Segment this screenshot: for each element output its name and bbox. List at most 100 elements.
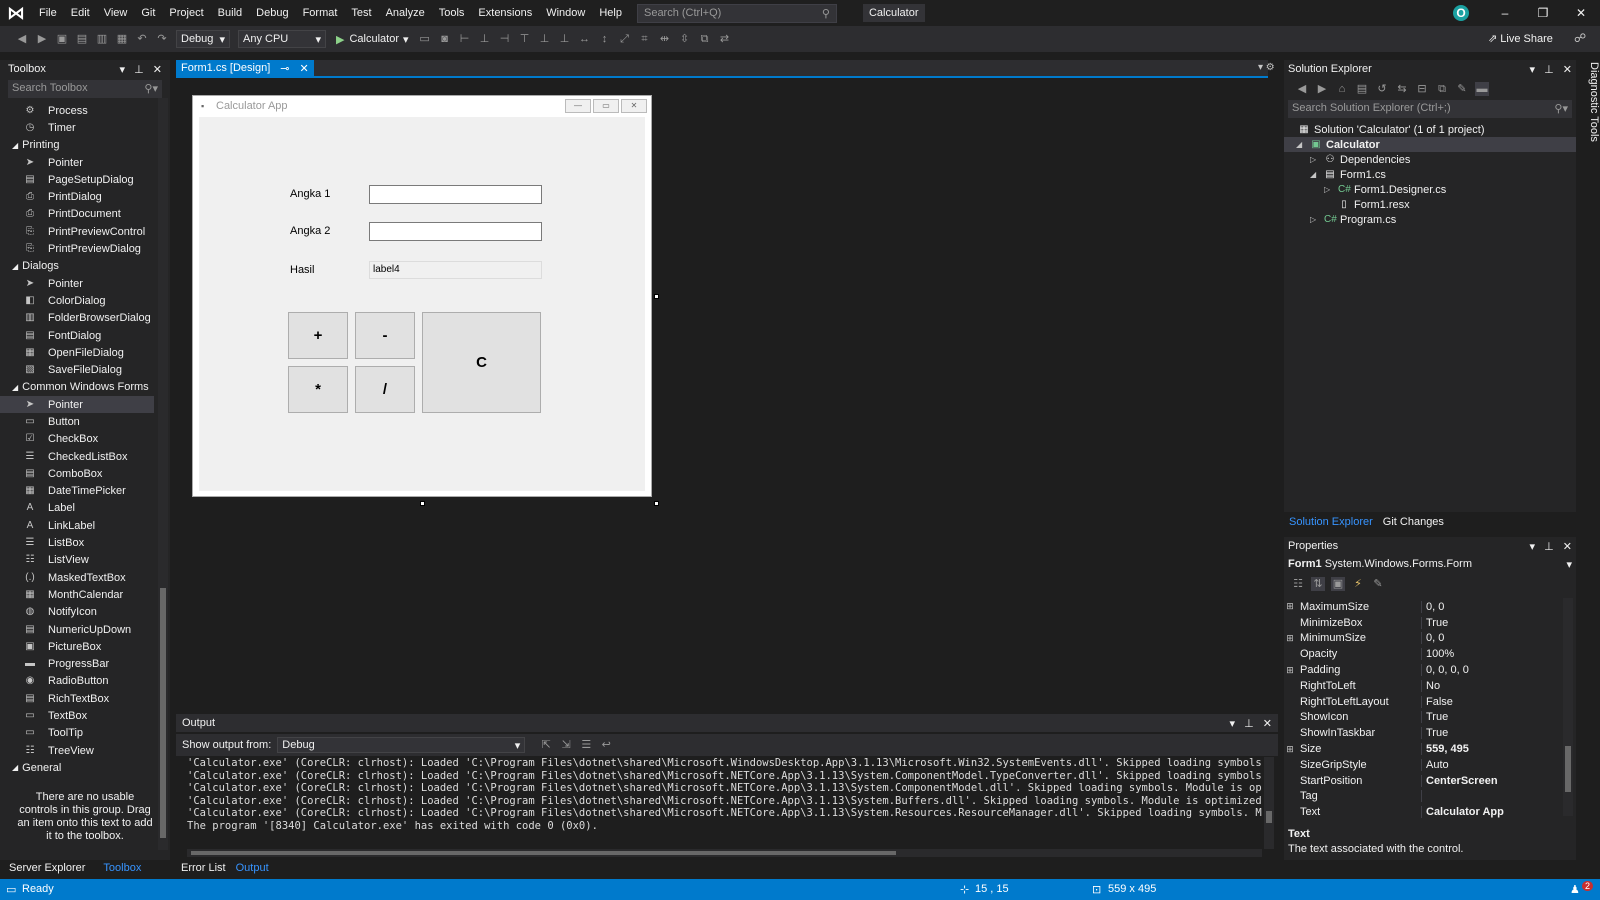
property-row-opacity[interactable]: Opacity 100%	[1284, 646, 1576, 662]
toolbox-item-openfiledialog[interactable]: ▦ OpenFileDialog	[0, 344, 170, 361]
toolbox-item-treeview[interactable]: ☷ TreeView	[0, 742, 170, 759]
sync-icon[interactable]: ⇆	[1395, 82, 1409, 96]
calculator-form[interactable]: ▪ Calculator App — ▭ ✕ Angka 1 Angka 2 H…	[192, 95, 652, 497]
toolbox-item-colordialog[interactable]: ◧ ColorDialog	[0, 292, 170, 309]
property-value[interactable]: True	[1422, 727, 1448, 739]
toolbox-item-printdocument[interactable]: ⎙ PrintDocument	[0, 206, 170, 223]
notifications-icon[interactable]: ♟	[1570, 883, 1580, 896]
tab-git-changes[interactable]: Git Changes	[1378, 514, 1449, 532]
menu-project[interactable]: Project	[162, 0, 210, 26]
screenshot-icon[interactable]: ◙	[438, 32, 452, 46]
scrollbar-thumb[interactable]	[1266, 811, 1272, 823]
events-icon[interactable]: ⚡	[1351, 577, 1365, 591]
save-icon[interactable]: ▥	[95, 32, 109, 46]
property-row-startposition[interactable]: StartPosition CenterScreen	[1284, 773, 1576, 789]
divide-button[interactable]: /	[355, 366, 415, 413]
close-icon[interactable]: ✕	[153, 64, 162, 76]
forward-icon[interactable]: ▶	[1315, 82, 1329, 96]
menu-debug[interactable]: Debug	[249, 0, 295, 26]
property-row-text[interactable]: Text Calculator App	[1284, 804, 1576, 820]
collapsed-icon[interactable]: ▷	[1310, 215, 1320, 224]
property-value[interactable]: 0, 0, 0, 0	[1422, 664, 1469, 676]
align-bottoms-icon[interactable]: ⊥	[558, 32, 572, 46]
align-middles-icon[interactable]: ⊥	[538, 32, 552, 46]
toolbox-item-label[interactable]: A Label	[0, 500, 170, 517]
menu-window[interactable]: Window	[539, 0, 592, 26]
toolbox-scrollbar[interactable]	[158, 98, 168, 850]
word-wrap-icon[interactable]: ↩	[599, 738, 613, 752]
toolbox-item-printdialog[interactable]: ⎙ PrintDialog	[0, 188, 170, 205]
close-icon[interactable]: ✕	[299, 62, 308, 76]
toolbox-group-dialogs[interactable]: ◢ Dialogs	[0, 258, 170, 275]
expand-icon[interactable]: ⊞	[1284, 633, 1296, 644]
property-value[interactable]: True	[1422, 711, 1448, 723]
configuration-dropdown[interactable]: Debug ▾	[176, 30, 230, 48]
preview-icon[interactable]: ▬	[1475, 82, 1489, 96]
toolbox-item-richtextbox[interactable]: ▤ RichTextBox	[0, 690, 170, 707]
property-value[interactable]: Calculator App	[1422, 806, 1504, 818]
property-value[interactable]: 559, 495	[1422, 743, 1469, 755]
label-hasil[interactable]: Hasil	[290, 264, 314, 276]
property-value[interactable]: True	[1422, 617, 1448, 629]
tree-form1-designer[interactable]: ▷ C# Form1.Designer.cs	[1284, 182, 1576, 197]
menu-git[interactable]: Git	[134, 0, 162, 26]
resize-handle-right[interactable]	[654, 294, 659, 299]
alphabetical-icon[interactable]: ⇅	[1311, 577, 1325, 591]
property-value[interactable]: 0, 0	[1422, 632, 1444, 644]
property-row-tag[interactable]: Tag	[1284, 789, 1576, 805]
expanded-icon[interactable]: ◢	[1310, 170, 1320, 179]
new-project-icon[interactable]: ▣	[55, 32, 69, 46]
form-client-area[interactable]: Angka 1 Angka 2 Hasil label4 + - * / C	[199, 117, 645, 491]
minus-button[interactable]: -	[355, 312, 415, 359]
property-row-righttoleftlayout[interactable]: RightToLeftLayout False	[1284, 694, 1576, 710]
pin-icon[interactable]: ⊥	[1544, 541, 1554, 553]
property-pages-icon[interactable]: ✎	[1371, 577, 1385, 591]
toolbox-item-printpreviewcontrol[interactable]: ⎘ PrintPreviewControl	[0, 223, 170, 240]
align-lefts-icon[interactable]: ⊢	[458, 32, 472, 46]
save-all-icon[interactable]: ▦	[115, 32, 129, 46]
toolbox-item-numericupdown[interactable]: ▤ NumericUpDown	[0, 621, 170, 638]
close-icon[interactable]: ✕	[1563, 64, 1572, 76]
toolbox-item-pointer[interactable]: ➤ Pointer	[0, 396, 154, 414]
categorized-icon[interactable]: ☷	[1291, 577, 1305, 591]
next-message-icon[interactable]: ⇲	[559, 738, 573, 752]
close-icon[interactable]: ✕	[1562, 0, 1600, 26]
back-icon[interactable]: ◀	[15, 32, 29, 46]
platform-dropdown[interactable]: Any CPU ▾	[238, 30, 326, 48]
expand-icon[interactable]: ⊞	[1284, 744, 1296, 755]
redo-icon[interactable]: ↷	[155, 32, 169, 46]
toolbox-item-pointer[interactable]: ➤ Pointer	[0, 154, 170, 171]
property-row-minimumsize[interactable]: ⊞ MinimumSize 0, 0	[1284, 631, 1576, 647]
home-icon[interactable]: ⌂	[1335, 82, 1349, 96]
same-height-icon[interactable]: ↕	[598, 32, 612, 46]
property-row-size[interactable]: ⊞ Size 559, 495	[1284, 741, 1576, 757]
folder-icon[interactable]: ▭	[418, 32, 432, 46]
chevron-down-icon[interactable]: ▾	[120, 64, 126, 76]
property-row-padding[interactable]: ⊞ Padding 0, 0, 0, 0	[1284, 662, 1576, 678]
user-avatar[interactable]: O	[1453, 5, 1469, 21]
property-row-sizegripstyle[interactable]: SizeGripStyle Auto	[1284, 757, 1576, 773]
pin-icon[interactable]: ⊥	[1544, 64, 1554, 76]
menu-build[interactable]: Build	[211, 0, 249, 26]
expand-icon[interactable]: ⊞	[1284, 665, 1296, 676]
align-rights-icon[interactable]: ⊣	[498, 32, 512, 46]
tab-solution-explorer[interactable]: Solution Explorer	[1284, 514, 1378, 532]
chevron-down-icon[interactable]: ▾	[1230, 718, 1236, 730]
toolbox-item-folderbrowserdialog[interactable]: ▥ FolderBrowserDialog	[0, 310, 170, 327]
toolbox-item-fontdialog[interactable]: ▤ FontDialog	[0, 327, 170, 344]
property-row-minimizebox[interactable]: MinimizeBox True	[1284, 615, 1576, 631]
diagnostic-tools-side-tab[interactable]: Diagnostic Tools	[1578, 60, 1600, 160]
solution-search-input[interactable]: Search Solution Explorer (Ctrl+;) ⚲▾	[1288, 100, 1572, 118]
find-message-icon[interactable]: ⇱	[539, 738, 553, 752]
clear-all-icon[interactable]: ☰	[579, 738, 593, 752]
toolbox-item-radiobutton[interactable]: ◉ RadioButton	[0, 673, 170, 690]
horizontal-spacing-icon[interactable]: ⇹	[658, 32, 672, 46]
tab-error-list[interactable]: Error List	[176, 860, 231, 878]
tab-output[interactable]: Output	[231, 860, 274, 878]
tree-program-cs[interactable]: ▷ C# Program.cs	[1284, 212, 1576, 227]
scrollbar-thumb[interactable]	[191, 851, 896, 855]
toolbox-item-pagesetupdialog[interactable]: ▤ PageSetupDialog	[0, 171, 170, 188]
toolbox-item-combobox[interactable]: ▤ ComboBox	[0, 465, 170, 482]
toolbox-item-savefiledialog[interactable]: ▧ SaveFileDialog	[0, 361, 170, 378]
same-size-icon[interactable]: ⤢	[618, 32, 632, 46]
